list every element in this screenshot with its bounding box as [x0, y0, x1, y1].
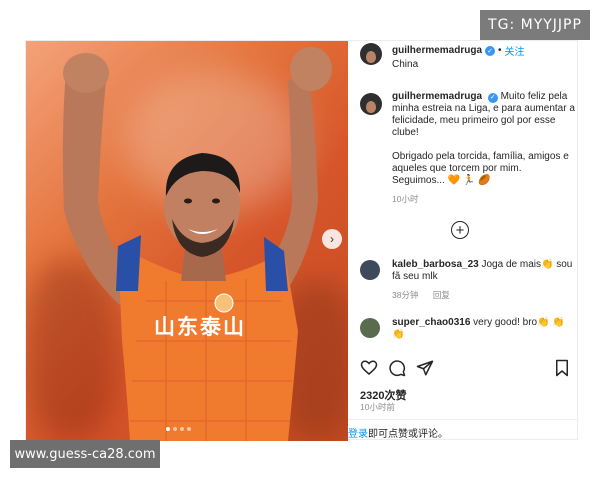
player-illustration — [62, 47, 332, 441]
instagram-post: 山东泰山 › guilhermemadruga ✓ • 关注 China gui… — [25, 40, 579, 441]
post-timestamp: 10小时前 — [360, 402, 395, 412]
login-link[interactable]: 登录 — [348, 429, 368, 440]
load-more-comments-button[interactable]: + — [451, 221, 469, 239]
post-location[interactable]: China — [392, 59, 525, 70]
plus-icon: + — [455, 221, 465, 239]
verified-badge-icon: ✓ — [487, 93, 498, 103]
login-prompt-text: 即可点赞或评论。 — [368, 429, 448, 440]
post-header: guilhermemadruga ✓ • 关注 China — [360, 43, 575, 73]
comment-username[interactable]: kaleb_barbosa_23 — [392, 259, 479, 270]
site-url-watermark: www.guess-ca28.com — [10, 440, 160, 468]
comment-timestamp: 38分钟 — [392, 290, 419, 300]
comment-item: kaleb_barbosa_23 Joga de mais👏 sou fã se… — [360, 259, 575, 301]
carousel-dots — [166, 427, 191, 431]
post-actions — [360, 359, 575, 379]
divider — [348, 419, 579, 420]
jersey-sponsor-text: 山东泰山 — [154, 315, 246, 339]
comment-avatar[interactable] — [360, 318, 380, 338]
comment-icon[interactable] — [388, 359, 406, 377]
author-username[interactable]: guilhermemadruga — [392, 45, 482, 56]
reply-button[interactable]: 回复 — [433, 290, 450, 300]
caption-timestamp: 10小时 — [392, 194, 419, 204]
caption-username[interactable]: guilhermemadruga — [392, 91, 482, 102]
telegram-watermark: TG: MYYJJPP — [480, 10, 590, 40]
post-sidebar: guilhermemadruga ✓ • 关注 China guilhermem… — [348, 41, 579, 441]
comment-username[interactable]: super_chao0316 — [392, 317, 470, 328]
caption-avatar[interactable] — [360, 93, 382, 115]
comment-item: super_chao0316 very good! bro👏 👏👏 — [360, 317, 575, 341]
verified-badge-icon: ✓ — [485, 45, 496, 56]
comment-avatar[interactable] — [360, 260, 380, 280]
chevron-right-icon: › — [330, 232, 334, 246]
post-photo: 山东泰山 › — [26, 41, 348, 441]
follow-button[interactable]: 关注 — [505, 43, 525, 58]
post-caption: guilhermemadruga ✓ Muito feliz pela minh… — [360, 91, 575, 205]
send-icon[interactable] — [416, 359, 434, 377]
separator-dot: • — [498, 45, 502, 56]
heart-icon[interactable] — [360, 359, 378, 377]
caption-text-2: Obrigado pela torcida, família, amigos e… — [392, 151, 569, 186]
bookmark-icon[interactable] — [553, 359, 571, 377]
avatar[interactable] — [360, 43, 382, 65]
carousel-next-button[interactable]: › — [322, 229, 342, 249]
login-prompt: 登录即可点赞或评论。 — [348, 425, 448, 440]
